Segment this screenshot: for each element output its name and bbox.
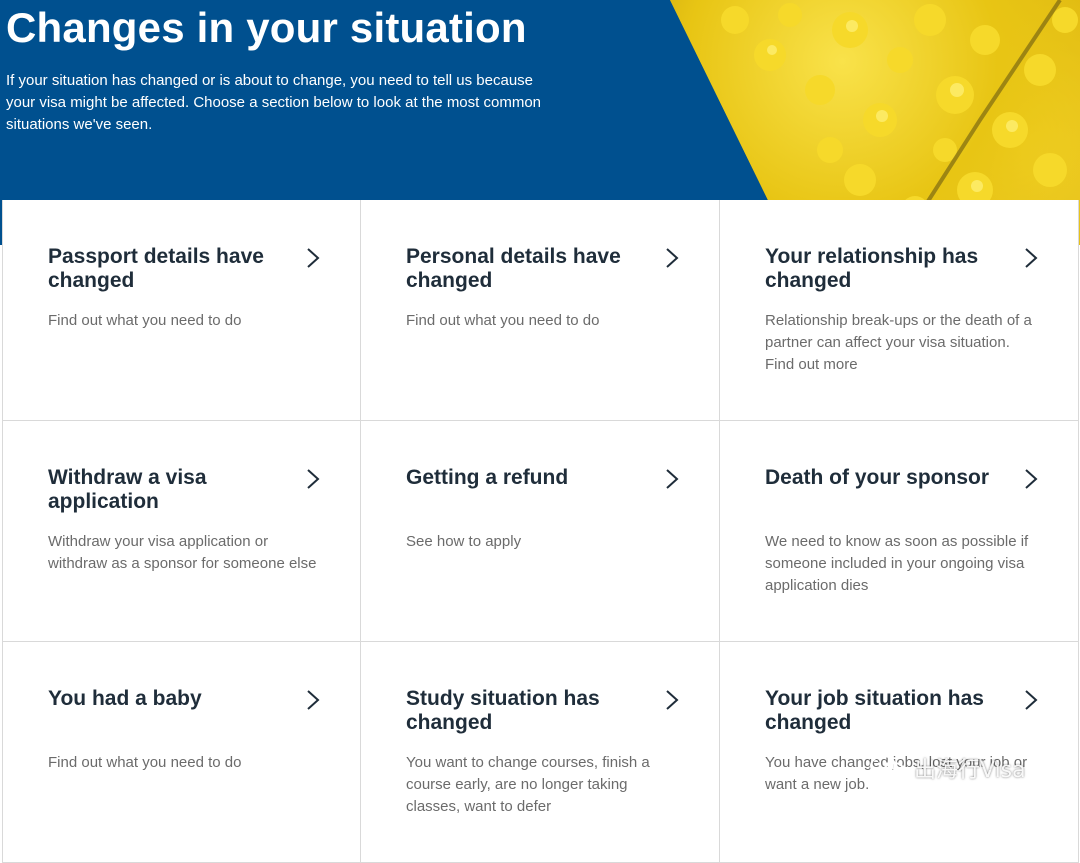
card-relationship[interactable]: Your relationship has changed Relationsh… <box>720 200 1079 421</box>
chevron-right-icon <box>307 469 320 489</box>
card-title: Withdraw a visa application <box>48 466 207 513</box>
watermark-text: 出海行Visa <box>914 758 1026 783</box>
card-description: We need to know as soon as possible if s… <box>765 533 1029 594</box>
card-title: Getting a refund <box>406 466 569 489</box>
intro-text: If your situation has changed or is abou… <box>6 72 542 133</box>
card-had-a-baby[interactable]: You had a baby Find out what you need to… <box>2 642 361 863</box>
card-title: Personal details have changed <box>406 245 621 292</box>
chevron-right-icon <box>1025 690 1038 710</box>
watermark: 出海行Visa <box>868 751 1026 785</box>
card-refund[interactable]: Getting a refund See how to apply <box>361 421 720 642</box>
card-description: Relationship break-ups or the death of a… <box>765 312 1032 373</box>
chevron-right-icon <box>1025 469 1038 489</box>
card-title: Study situation has changed <box>406 687 600 734</box>
chevron-right-icon <box>666 248 679 268</box>
wechat-icon <box>870 755 905 780</box>
card-personal-details[interactable]: Personal details have changed Find out w… <box>361 200 720 421</box>
card-passport-details[interactable]: Passport details have changed Find out w… <box>2 200 361 421</box>
card-title: Your relationship has changed <box>765 245 979 292</box>
card-study-situation[interactable]: Study situation has changed You want to … <box>361 642 720 863</box>
card-title: Passport details have changed <box>48 245 264 292</box>
chevron-right-icon <box>307 248 320 268</box>
chevron-right-icon <box>666 469 679 489</box>
chevron-right-icon <box>666 690 679 710</box>
card-description: You want to change courses, finish a cou… <box>406 754 650 815</box>
card-death-of-sponsor[interactable]: Death of your sponsor We need to know as… <box>720 421 1079 642</box>
page-title: Changes in your situation <box>6 4 527 51</box>
card-title: Death of your sponsor <box>765 466 990 489</box>
chevron-right-icon <box>1025 248 1038 268</box>
card-withdraw-application[interactable]: Withdraw a visa application Withdraw you… <box>2 421 361 642</box>
situation-card-grid: Passport details have changed Find out w… <box>2 200 1079 863</box>
card-description: Withdraw your visa application or withdr… <box>48 533 317 572</box>
chevron-right-icon <box>307 690 320 710</box>
card-title: You had a baby <box>48 687 202 710</box>
card-description: Find out what you need to do <box>406 312 600 329</box>
card-title: Your job situation has changed <box>765 687 984 734</box>
card-description: Find out what you need to do <box>48 754 242 771</box>
card-description: Find out what you need to do <box>48 312 242 329</box>
card-description: See how to apply <box>406 533 522 550</box>
